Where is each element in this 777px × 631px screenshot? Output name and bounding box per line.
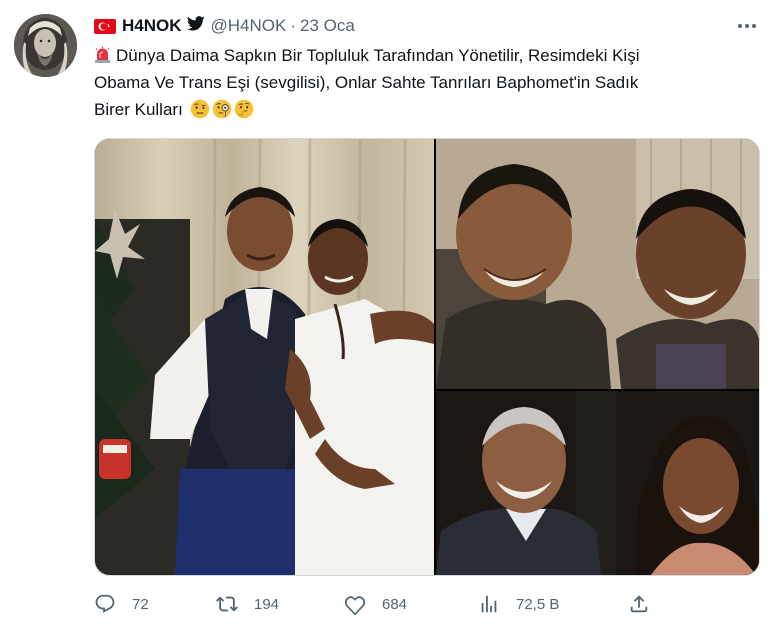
like-button[interactable]: 684 (344, 590, 407, 618)
reply-icon (94, 593, 116, 615)
face-with-raised-eyebrow-emoji-icon (190, 99, 210, 119)
retweet-count: 194 (254, 595, 280, 613)
media-photo-top-right[interactable] (436, 139, 759, 389)
tweet-text-line: Birer Kulları (94, 96, 744, 123)
more-options-button[interactable] (733, 16, 761, 36)
turkey-flag-icon (94, 18, 116, 34)
tweet-text-line-1: Dünya Daima Sapkın Bir Topluluk Tarafınd… (116, 46, 640, 65)
more-icon-dot (752, 24, 756, 28)
tweet-text-line: Dünya Daima Sapkın Bir Topluluk Tarafınd… (94, 42, 744, 69)
reply-button[interactable]: 72 (94, 590, 149, 618)
share-button[interactable] (628, 590, 650, 618)
views-button[interactable]: 72,5 B (478, 590, 559, 618)
more-icon-dot (745, 24, 749, 28)
share-icon (628, 593, 650, 615)
media-photo-bottom-right[interactable] (436, 391, 759, 575)
retweet-icon (216, 593, 238, 615)
views-count: 72,5 B (516, 595, 560, 613)
display-name[interactable]: H4NOK (122, 16, 182, 36)
heart-icon (344, 593, 366, 615)
twitter-bird-icon (186, 16, 205, 36)
siren-emoji-icon (94, 45, 111, 63)
tweet-text-line-3: Birer Kulları (94, 100, 183, 119)
avatar[interactable] (14, 14, 77, 77)
tweet-text-line-2: Obama Ve Trans Eşi (sevgilisi), Onlar Sa… (94, 73, 639, 92)
tweet-media-grid (94, 138, 760, 576)
tweet-text: Dünya Daima Sapkın Bir Topluluk Tarafınd… (94, 42, 744, 123)
tweet[interactable]: H4NOK @H4NOK · 23 Oca Dünya Daima Sapkın… (0, 0, 777, 631)
tweet-actions: 72 194 684 72,5 B (94, 590, 654, 618)
retweet-button[interactable]: 194 (216, 590, 279, 618)
more-icon-dot (738, 24, 742, 28)
like-count: 684 (382, 595, 408, 613)
user-handle[interactable]: @H4NOK (211, 16, 287, 36)
tweet-date[interactable]: 23 Oca (300, 16, 355, 36)
separator-dot: · (290, 16, 297, 35)
analytics-icon (478, 593, 500, 615)
face-with-monocle-emoji-icon (212, 99, 232, 119)
tweet-header: H4NOK @H4NOK · 23 Oca (94, 14, 355, 38)
thinking-face-emoji-icon (234, 99, 254, 119)
reply-count: 72 (132, 595, 149, 613)
media-photo-left[interactable] (95, 139, 434, 575)
